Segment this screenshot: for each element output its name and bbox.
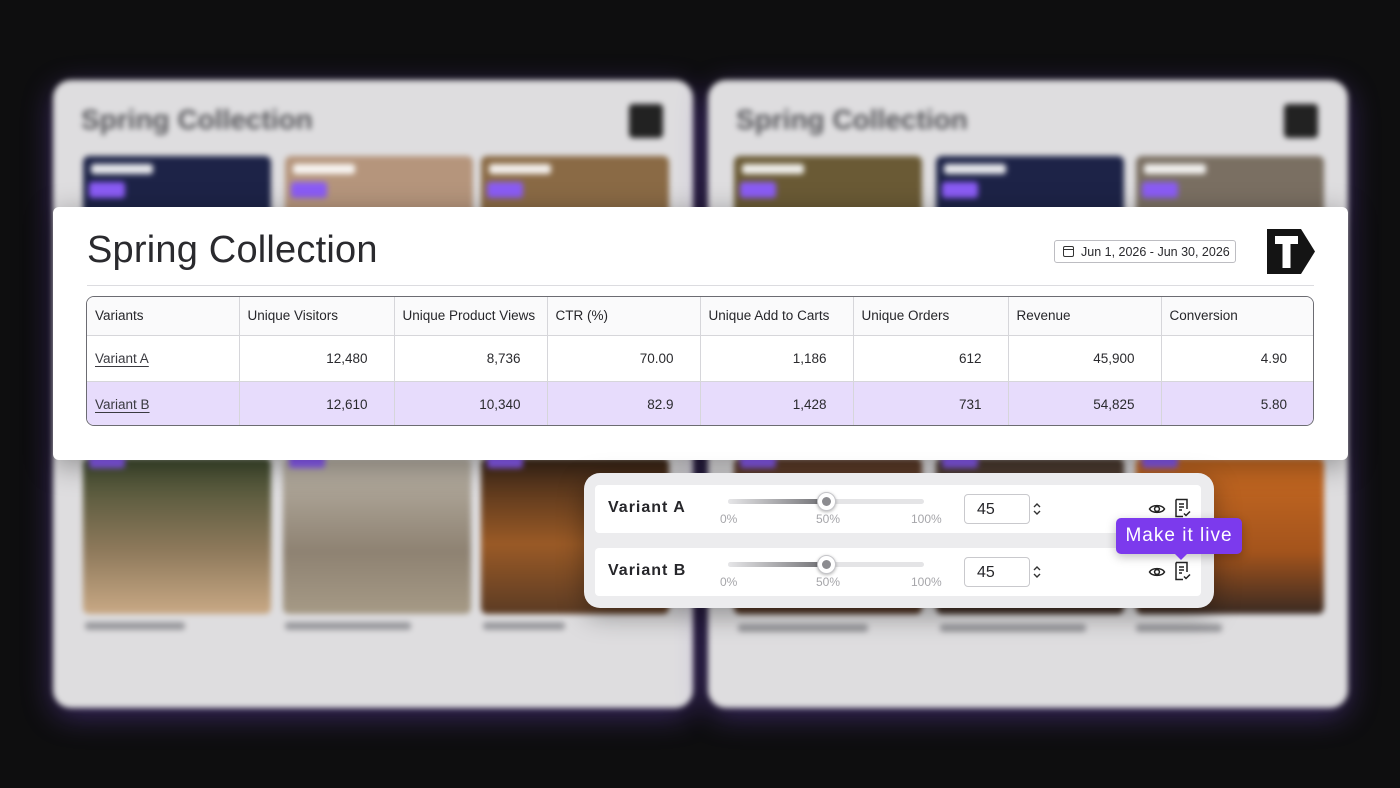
variant-a-link[interactable]: Variant A — [95, 351, 149, 366]
background-text-line — [85, 622, 185, 630]
table-cell: 5.80 — [1161, 381, 1313, 425]
table-cell: 54,825 — [1008, 381, 1162, 425]
variant-b-split-row: Variant B 0% 50% 100% 45 — [595, 548, 1201, 596]
table-cell: 1,428 — [700, 381, 854, 425]
make-it-live-tooltip: Make it live — [1116, 518, 1242, 560]
variant-report-card: Spring Collection Jun 1, 2026 - Jun 30, … — [53, 207, 1348, 460]
publish-document-icon[interactable] — [1174, 498, 1191, 518]
background-panel-title: Spring Collection — [81, 104, 313, 135]
variant-a-split-row: Variant A 0% 50% 100% 45 — [595, 485, 1201, 533]
date-range-picker[interactable]: Jun 1, 2026 - Jun 30, 2026 — [1054, 240, 1236, 263]
background-logo-icon — [1284, 104, 1318, 138]
slider-tick-label: 0% — [720, 575, 738, 589]
table-cell: 1,186 — [700, 335, 854, 382]
table-cell: 10,340 — [394, 381, 548, 425]
column-header[interactable]: Variants — [87, 297, 240, 336]
page-title: Spring Collection — [87, 229, 378, 271]
background-text-line — [1136, 624, 1222, 632]
column-header[interactable]: Conversion — [1161, 297, 1313, 336]
background-panel-title: Spring Collection — [736, 104, 968, 135]
eye-icon[interactable] — [1148, 563, 1166, 581]
split-percentage-input[interactable]: 45 — [964, 557, 1030, 587]
background-logo-icon — [629, 104, 663, 138]
table-cell: 4.90 — [1161, 335, 1313, 382]
split-slider[interactable] — [728, 492, 924, 511]
column-header[interactable]: Unique Orders — [853, 297, 1009, 336]
column-header[interactable]: Unique Visitors — [239, 297, 395, 336]
slider-handle[interactable] — [817, 555, 836, 574]
publish-document-icon[interactable] — [1174, 561, 1191, 581]
table-cell: 8,736 — [394, 335, 548, 382]
title-divider — [87, 285, 1314, 286]
slider-tick-label: 50% — [816, 512, 841, 526]
variants-table: Variants Unique Visitors Unique Product … — [86, 296, 1314, 426]
table-cell: Variant B — [87, 381, 240, 425]
background-text-line — [285, 622, 411, 630]
column-header[interactable]: CTR (%) — [547, 297, 701, 336]
slider-fill — [728, 499, 826, 504]
table-row-highlighted: Variant B 12,610 10,340 82.9 1,428 731 5… — [87, 381, 1313, 425]
table-row: Variant A 12,480 8,736 70.00 1,186 612 4… — [87, 335, 1313, 382]
background-thumbnail — [83, 452, 271, 614]
table-cell: Variant A — [87, 335, 240, 382]
variant-label: Variant B — [608, 562, 687, 579]
slider-tick-label: 0% — [720, 512, 738, 526]
eye-icon[interactable] — [1148, 500, 1166, 518]
slider-fill — [728, 562, 826, 567]
background-text-line — [940, 624, 1086, 632]
calendar-icon — [1063, 246, 1074, 257]
column-header[interactable]: Unique Product Views — [394, 297, 548, 336]
stepper-arrows-icon[interactable] — [1033, 502, 1041, 516]
slider-handle[interactable] — [817, 492, 836, 511]
table-cell: 612 — [853, 335, 1009, 382]
column-header[interactable]: Unique Add to Carts — [700, 297, 854, 336]
table-cell: 45,900 — [1008, 335, 1162, 382]
slider-tick-label: 50% — [816, 575, 841, 589]
table-cell: 12,610 — [239, 381, 395, 425]
table-cell: 12,480 — [239, 335, 395, 382]
table-header-row: Variants Unique Visitors Unique Product … — [87, 297, 1313, 336]
column-header[interactable]: Revenue — [1008, 297, 1162, 336]
table-cell: 82.9 — [547, 381, 701, 425]
background-thumbnail — [283, 452, 471, 614]
split-percentage-input[interactable]: 45 — [964, 494, 1030, 524]
variant-b-link[interactable]: Variant B — [95, 397, 150, 412]
table-cell: 731 — [853, 381, 1009, 425]
brand-t-tag-icon — [1267, 229, 1315, 274]
slider-tick-label: 100% — [911, 575, 942, 589]
table-cell: 70.00 — [547, 335, 701, 382]
stepper-arrows-icon[interactable] — [1033, 565, 1041, 579]
split-slider[interactable] — [728, 555, 924, 574]
date-range-label: Jun 1, 2026 - Jun 30, 2026 — [1081, 244, 1230, 259]
background-text-line — [738, 624, 868, 632]
slider-tick-label: 100% — [911, 512, 942, 526]
background-text-line — [483, 622, 565, 630]
variant-label: Variant A — [608, 499, 686, 516]
